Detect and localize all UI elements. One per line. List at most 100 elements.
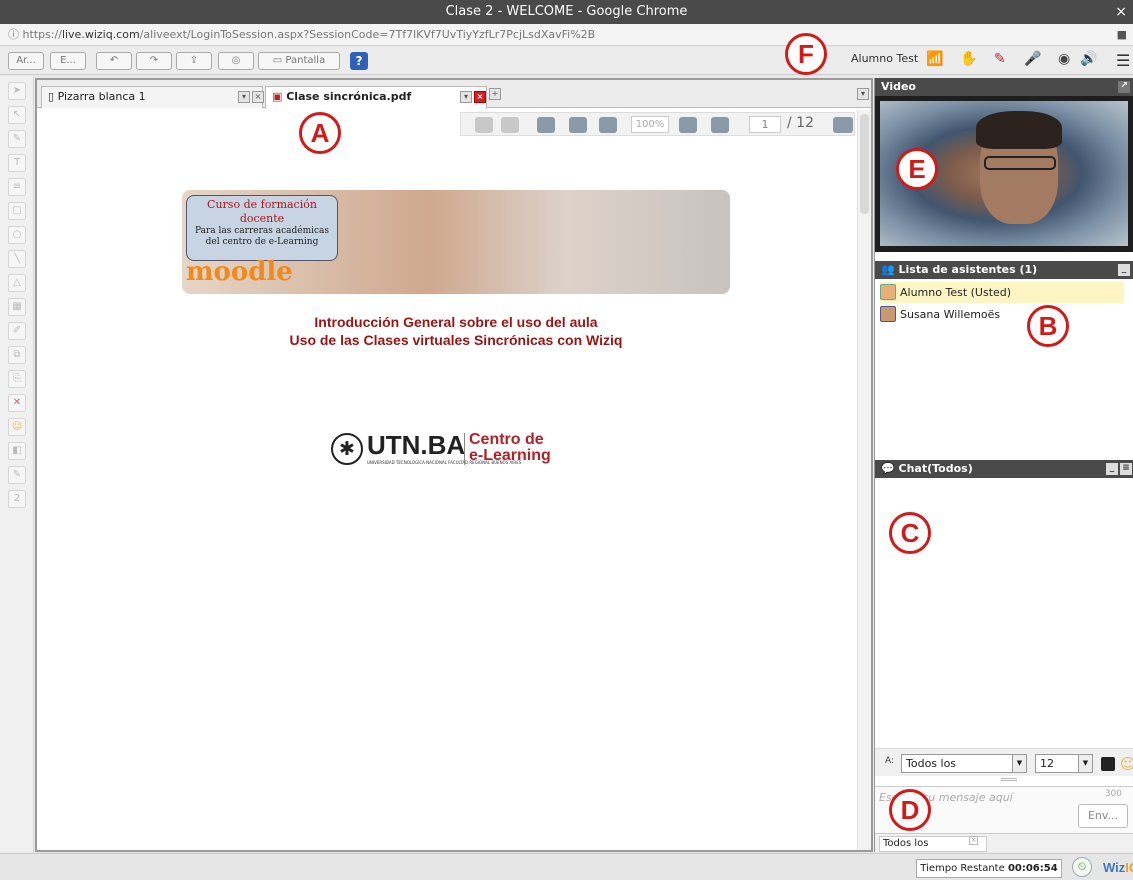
next-page-icon[interactable]: [537, 117, 555, 133]
tab-clase-pdf-label: Clase sincrónica.pdf: [286, 90, 412, 103]
info-icon[interactable]: ⓘ: [8, 28, 23, 41]
attendees-header: 👥 Lista de asistentes (1) _: [875, 261, 1133, 279]
recipient-select[interactable]: Todos los ▼: [901, 754, 1027, 773]
tab-dropdown-icon[interactable]: ▾: [460, 91, 472, 103]
expand-icon[interactable]: ↗: [1118, 81, 1130, 93]
banner-line-4: del centro de e-Learning: [205, 237, 319, 247]
pen-icon[interactable]: ✎: [994, 51, 1006, 67]
delete-tool-icon[interactable]: ✕: [8, 394, 26, 412]
mic-icon[interactable]: 🎤: [1024, 51, 1041, 67]
help-icon[interactable]: ?: [350, 52, 368, 70]
utn-logo-block: ✱ UTN.BA UNIVERSIDAD TECNOLÓGICA NACIONA…: [331, 430, 591, 468]
list-item[interactable]: Susana Willemoës: [880, 304, 1124, 325]
send-button[interactable]: Env...: [1078, 804, 1128, 828]
avatar: [880, 284, 896, 300]
speaker-icon[interactable]: 🔊: [1080, 51, 1097, 67]
close-icon[interactable]: ×: [969, 836, 978, 845]
attendee-name: Susana Willemoës: [900, 308, 1001, 321]
first-page-icon[interactable]: [475, 117, 493, 133]
chat-controls: A: Todos los ▼ 12 ▼ ☺: [875, 748, 1133, 776]
add-time-icon[interactable]: ⏲: [1072, 857, 1092, 877]
utn-separator: [464, 433, 465, 465]
person-hair: [976, 111, 1062, 149]
zoom-out-icon[interactable]: [679, 117, 697, 133]
right-sidebar: Video ↗ E 👥 Lista de asistentes (1) _ Al…: [874, 78, 1133, 852]
color-tool-icon[interactable]: ◧: [8, 442, 26, 460]
fullscreen-icon[interactable]: [833, 117, 853, 133]
pointer-tool-icon[interactable]: ↖: [8, 106, 26, 124]
tabs-dropdown-icon[interactable]: ▾: [857, 88, 869, 100]
zoom-level[interactable]: 100%: [631, 116, 669, 133]
attendees-title: Lista de asistentes (1): [898, 263, 1038, 276]
list-item[interactable]: Alumno Test (Usted): [880, 282, 1124, 303]
tab-clase-pdf[interactable]: ▣ Clase sincrónica.pdf ▾ ×: [265, 86, 487, 109]
window-titlebar: Clase 2 - WELCOME - Google Chrome ×: [0, 0, 1133, 24]
rectangle-tool-icon[interactable]: □: [8, 202, 26, 220]
chat-menu-icon[interactable]: ≡: [1120, 463, 1132, 475]
line-tool-icon[interactable]: ╲: [8, 250, 26, 268]
resize-handle[interactable]: [1001, 778, 1017, 781]
video-title: Video: [881, 80, 916, 93]
chat-icon: 💬: [881, 462, 899, 475]
undo-icon[interactable]: ↶: [96, 52, 132, 70]
add-tab-icon[interactable]: +: [489, 88, 501, 100]
minimize-icon[interactable]: _: [1118, 264, 1130, 276]
address-bar[interactable]: ⓘ https://live.wiziq.com/aliveext/LoginT…: [0, 24, 1133, 46]
user-name: Alumno Test: [851, 52, 919, 65]
copy-tool-icon[interactable]: ⧉: [8, 346, 26, 364]
minimize-icon[interactable]: _: [1106, 463, 1118, 475]
tab-close-icon[interactable]: ×: [252, 91, 264, 103]
zoom-in-icon[interactable]: [711, 117, 729, 133]
rotate-icon[interactable]: [599, 117, 617, 133]
attendee-name: Alumno Test (Usted): [900, 286, 1012, 299]
select-tool-icon[interactable]: ➤: [8, 82, 26, 100]
pencil-tool-icon[interactable]: ✎: [8, 130, 26, 148]
slide-heading-2: Uso de las Clases virtuales Sincrónicas …: [289, 332, 623, 348]
brand-tail: IQ: [1125, 860, 1133, 875]
triangle-tool-icon[interactable]: △: [8, 274, 26, 292]
record-icon[interactable]: ◎: [218, 52, 254, 70]
tab-pizarra-label: Pizarra blanca 1: [57, 90, 146, 103]
page-input[interactable]: 1: [749, 116, 781, 133]
tab-dropdown-icon[interactable]: ▾: [238, 91, 250, 103]
close-icon[interactable]: ×: [1115, 0, 1127, 24]
edit-button[interactable]: E...: [50, 52, 86, 70]
last-page-icon[interactable]: [569, 117, 587, 133]
tab-pizarra[interactable]: ▯ Pizarra blanca 1 ▾ ×: [41, 86, 264, 108]
raise-hand-icon[interactable]: ✋: [960, 51, 977, 67]
utn-logo-text: UTN.BA: [367, 430, 466, 460]
vertical-scrollbar[interactable]: [857, 110, 871, 850]
font-color-picker[interactable]: [1101, 757, 1115, 771]
camera-permission-icon[interactable]: ■: [1117, 24, 1127, 45]
edit-color-tool-icon[interactable]: ✎: [8, 466, 26, 484]
brush-tool-icon[interactable]: ✐: [8, 322, 26, 340]
monitor-icon: ▭: [272, 55, 286, 66]
redo-icon[interactable]: ↷: [136, 52, 172, 70]
webcam-icon[interactable]: ◉: [1058, 51, 1070, 67]
banner-line-2: docente: [239, 212, 285, 225]
window-title: Clase 2 - WELCOME - Google Chrome: [445, 4, 688, 19]
time-remaining: Tiempo Restante 00:06:54: [916, 859, 1062, 878]
archivo-button[interactable]: Ar...: [8, 52, 44, 70]
emoticon-icon[interactable]: ☺: [1120, 755, 1133, 773]
grid-tool-icon[interactable]: ▦: [8, 298, 26, 316]
font-size-select[interactable]: 12 ▼: [1035, 754, 1093, 773]
scrollbar-thumb[interactable]: [860, 114, 869, 214]
chevron-down-icon[interactable]: ▼: [1078, 755, 1092, 772]
text-tool-icon[interactable]: T: [8, 154, 26, 172]
emoji-tool-icon[interactable]: ☺: [8, 418, 26, 436]
share-screen-button[interactable]: ▭ Pantalla: [258, 52, 340, 70]
course-banner: Curso de formación docente Para las carr…: [182, 190, 730, 294]
content-panel: ▯ Pizarra blanca 1 ▾ × ▣ Clase sincrónic…: [35, 78, 873, 852]
chevron-down-icon[interactable]: ▼: [1012, 755, 1026, 772]
document-tabs: ▯ Pizarra blanca 1 ▾ × ▣ Clase sincrónic…: [37, 80, 871, 109]
prev-page-icon[interactable]: [501, 117, 519, 133]
note-tool-icon[interactable]: ≡: [8, 178, 26, 196]
paste-tool-icon[interactable]: ⎘: [8, 370, 26, 388]
line-width-tool-icon[interactable]: 2: [8, 490, 26, 508]
tab-close-icon[interactable]: ×: [474, 91, 486, 103]
ellipse-tool-icon[interactable]: ○: [8, 226, 26, 244]
chat-title: Chat(Todos): [898, 462, 973, 475]
upload-icon[interactable]: ⇪: [176, 52, 212, 70]
menu-icon[interactable]: ☰: [1116, 51, 1130, 70]
